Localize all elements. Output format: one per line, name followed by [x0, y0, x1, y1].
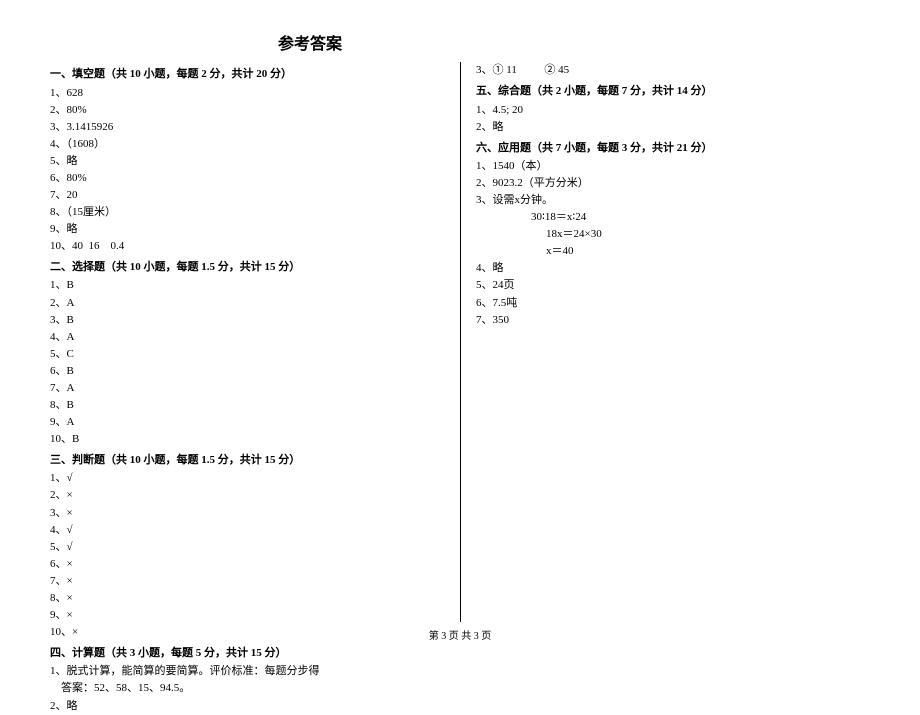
two-column-layout: 一、填空题（共 10 小题，每题 2 分，共计 20 分） 1、628 2、80…	[50, 62, 870, 622]
s3-item: 7、×	[50, 573, 445, 590]
s5-item: 1、4.5; 20	[476, 102, 870, 119]
s1-item: 4、（1608）	[50, 136, 445, 153]
s3-item: 3、×	[50, 505, 445, 522]
page-footer: 第 3 页 共 3 页	[0, 627, 920, 642]
right-column: 3、① 11 ② 45 五、综合题（共 2 小题，每题 7 分，共计 14 分）…	[460, 62, 870, 622]
s2-item: 2、A	[50, 295, 445, 312]
s3-item: 8、×	[50, 590, 445, 607]
s5-item: 2、略	[476, 119, 870, 136]
s1-item: 1、628	[50, 85, 445, 102]
page-title: 参考答案	[210, 30, 410, 54]
s4-item: 3、① 11 ② 45	[476, 62, 870, 79]
s6-item: 6、7.5吨	[476, 295, 870, 312]
s1-item: 6、80%	[50, 170, 445, 187]
s6-item: 3、设需x分钟。	[476, 192, 870, 209]
s1-item: 3、3.1415926	[50, 119, 445, 136]
s4-item: 答案：52、58、15、94.5。	[50, 680, 445, 697]
s2-item: 8、B	[50, 397, 445, 414]
s6-item: 4、略	[476, 260, 870, 277]
s4-item: 2、略	[50, 698, 445, 715]
s1-item: 5、略	[50, 153, 445, 170]
s3-item: 4、√	[50, 522, 445, 539]
s1-item: 8、（15厘米）	[50, 204, 445, 221]
s3-item: 6、×	[50, 556, 445, 573]
s6-item: 1、1540（本）	[476, 158, 870, 175]
s2-item: 3、B	[50, 312, 445, 329]
s2-item: 7、A	[50, 380, 445, 397]
s1-item: 2、80%	[50, 102, 445, 119]
answer-key-page: 参考答案 一、填空题（共 10 小题，每题 2 分，共计 20 分） 1、628…	[0, 0, 920, 620]
s6-work-step: 30∶18＝x∶24	[476, 209, 870, 226]
section-4-header: 四、计算题（共 3 小题，每题 5 分，共计 15 分）	[50, 645, 445, 662]
s6-item: 7、350	[476, 312, 870, 329]
s1-item: 7、20	[50, 187, 445, 204]
s3-item: 9、×	[50, 607, 445, 624]
s2-item: 10、B	[50, 431, 445, 448]
s4-item: 1、脱式计算，能简算的要简算。评价标准：每题分步得	[50, 663, 445, 680]
s2-item: 1、B	[50, 277, 445, 294]
s2-item: 4、A	[50, 329, 445, 346]
s3-item: 1、√	[50, 470, 445, 487]
s2-item: 6、B	[50, 363, 445, 380]
section-2-header: 二、选择题（共 10 小题，每题 1.5 分，共计 15 分）	[50, 259, 445, 276]
section-5-header: 五、综合题（共 2 小题，每题 7 分，共计 14 分）	[476, 83, 870, 100]
s2-item: 9、A	[50, 414, 445, 431]
s6-item: 5、24页	[476, 277, 870, 294]
section-6-header: 六、应用题（共 7 小题，每题 3 分，共计 21 分）	[476, 140, 870, 157]
left-column: 一、填空题（共 10 小题，每题 2 分，共计 20 分） 1、628 2、80…	[50, 62, 460, 622]
s1-item: 10、40 16 0.4	[50, 238, 445, 255]
s6-work-step: 18x＝24×30	[476, 226, 870, 243]
s1-item: 9、略	[50, 221, 445, 238]
s6-item: 2、9023.2（平方分米）	[476, 175, 870, 192]
s3-item: 5、√	[50, 539, 445, 556]
section-1-header: 一、填空题（共 10 小题，每题 2 分，共计 20 分）	[50, 66, 445, 83]
s3-item: 2、×	[50, 487, 445, 504]
s6-work-step: x＝40	[476, 243, 870, 260]
section-3-header: 三、判断题（共 10 小题，每题 1.5 分，共计 15 分）	[50, 452, 445, 469]
s2-item: 5、C	[50, 346, 445, 363]
